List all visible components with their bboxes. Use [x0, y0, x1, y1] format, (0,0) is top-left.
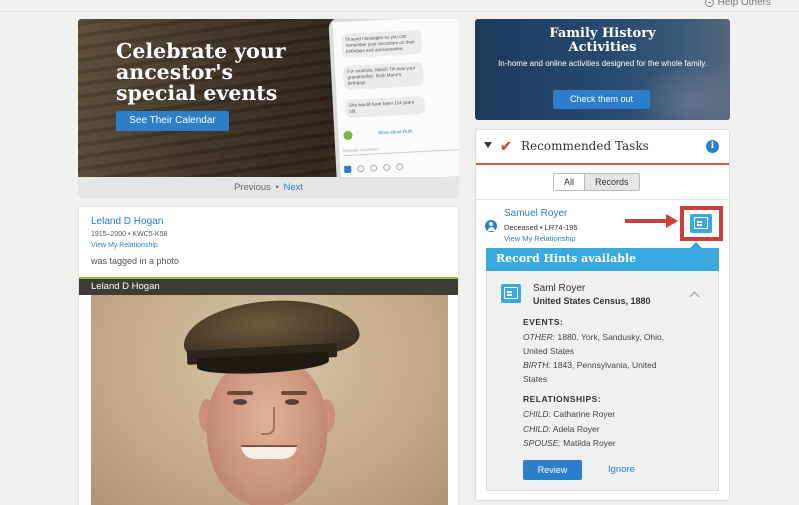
more-about-link: More about Ruth: [378, 128, 413, 136]
bot-avatar-icon: [343, 130, 353, 141]
message-bubble: I'll send messages so you can remember y…: [341, 29, 423, 59]
red-arrow-annotation: [625, 219, 667, 223]
child2-key: CHILD:: [523, 424, 551, 434]
filter-records[interactable]: Records: [585, 174, 639, 190]
record-hints-title: Record Hints available: [496, 252, 637, 265]
record-hint-icon[interactable]: [690, 214, 712, 233]
task-person-name-link[interactable]: Samuel Royer: [504, 208, 567, 219]
carousel-nav: Previous • Next: [78, 177, 459, 198]
app-grid-icon: [344, 165, 352, 173]
hint-source: United States Census, 1880: [533, 296, 651, 306]
review-button[interactable]: Review: [523, 460, 582, 480]
help-others-label: Help Others: [717, 0, 771, 8]
filter-all[interactable]: All: [554, 174, 586, 190]
events-label: EVENTS:: [523, 317, 564, 327]
portrait-brow: [227, 391, 253, 395]
record-document-icon: [501, 284, 521, 303]
tasks-header: ✔ Recommended Tasks i: [476, 130, 729, 165]
photo-icon: [382, 163, 391, 171]
family-history-banner: Family History Activities In-home and on…: [475, 19, 730, 120]
relationships-label: RELATIONSHIPS:: [523, 394, 602, 404]
divider: [476, 199, 729, 200]
mic-icon: [395, 162, 404, 170]
ignore-link[interactable]: Ignore: [608, 464, 635, 475]
relationship-spouse: SPOUSE: Matilda Royer: [523, 436, 683, 450]
recommended-tasks-card: ✔ Recommended Tasks i All Records Samuel…: [475, 129, 730, 501]
child1-key: CHILD:: [523, 409, 551, 419]
hint-person-name: Saml Royer: [533, 283, 586, 294]
activity-text: was tagged in a photo: [91, 256, 180, 266]
portrait-nose: [261, 407, 275, 435]
person-meta: 1915–2000 • KWC5-K58: [91, 231, 168, 238]
person-name-link[interactable]: Leland D Hogan: [91, 216, 163, 227]
portrait-mouth: [241, 445, 297, 459]
phone-tray: [344, 156, 459, 176]
child2-value: Adela Royer: [552, 424, 600, 434]
task-person-meta: Deceased • LR74-195: [504, 223, 578, 232]
child1-value: Catharine Royer: [553, 409, 616, 419]
view-relationship-link[interactable]: View My Relationship: [91, 242, 158, 249]
phone-screen: I'll send messages so you can remember y…: [332, 19, 459, 183]
info-icon[interactable]: i: [706, 140, 719, 153]
see-calendar-button[interactable]: See Their Calendar: [116, 111, 229, 131]
phone-message-input: Message Ancestors...: [343, 142, 459, 157]
top-divider: [0, 11, 799, 12]
person-avatar-icon: [485, 220, 497, 232]
phone-illustration: I'll send messages so you can remember y…: [328, 19, 459, 198]
spouse-key: SPOUSE:: [523, 438, 561, 448]
soldier-portrait-photo[interactable]: [91, 295, 448, 505]
camera-icon: [357, 164, 365, 172]
relationship-child-1: CHILD: Catharine Royer: [523, 407, 683, 421]
event-birth-key: BIRTH:: [523, 360, 551, 370]
spouse-value: Matilda Royer: [563, 438, 616, 448]
message-bubble: For example, March 7th was your grandmot…: [342, 61, 424, 91]
tasks-title: Recommended Tasks: [521, 139, 649, 153]
portrait-eye: [285, 399, 299, 405]
nav-separator: •: [275, 182, 279, 193]
portrait-eye: [233, 399, 247, 405]
fh-subtitle: In-home and online activities designed f…: [498, 59, 707, 68]
ancestor-events-banner: Celebrate your ancestor's special events…: [78, 19, 459, 198]
task-view-relationship-link[interactable]: View My Relationship: [504, 234, 576, 243]
event-other: OTHER: 1880, York, Sandusky, Ohio, Unite…: [523, 330, 683, 358]
message-bubble: She would have been 114 years old.: [344, 95, 426, 118]
event-other-key: OTHER:: [523, 332, 556, 342]
photo-caption: Leland D Hogan: [79, 277, 458, 295]
banner-title: Celebrate your ancestor's special events: [116, 39, 286, 105]
red-arrow-head: [666, 214, 678, 228]
relationship-child-2: CHILD: Adela Royer: [523, 422, 683, 436]
event-birth: BIRTH: 1843, Pennsylvania, United States: [523, 358, 683, 386]
help-others-link[interactable]: Help Others: [704, 0, 771, 8]
plus-circle-icon: [704, 0, 714, 7]
checkmark-icon: ✔: [500, 138, 512, 154]
fh-title-line2: Activities: [568, 40, 637, 55]
portrait-brow: [281, 391, 307, 395]
feed-card: Leland D Hogan 1915–2000 • KWC5-K58 View…: [78, 206, 459, 505]
collapse-triangle-icon[interactable]: [484, 142, 492, 148]
task-filter: All Records: [553, 173, 640, 191]
check-them-out-button[interactable]: Check them out: [553, 90, 650, 109]
previous-link[interactable]: Previous: [234, 182, 271, 193]
next-link[interactable]: Next: [284, 182, 304, 193]
fh-title: Family History: [549, 26, 656, 41]
emoji-icon: [370, 163, 378, 172]
